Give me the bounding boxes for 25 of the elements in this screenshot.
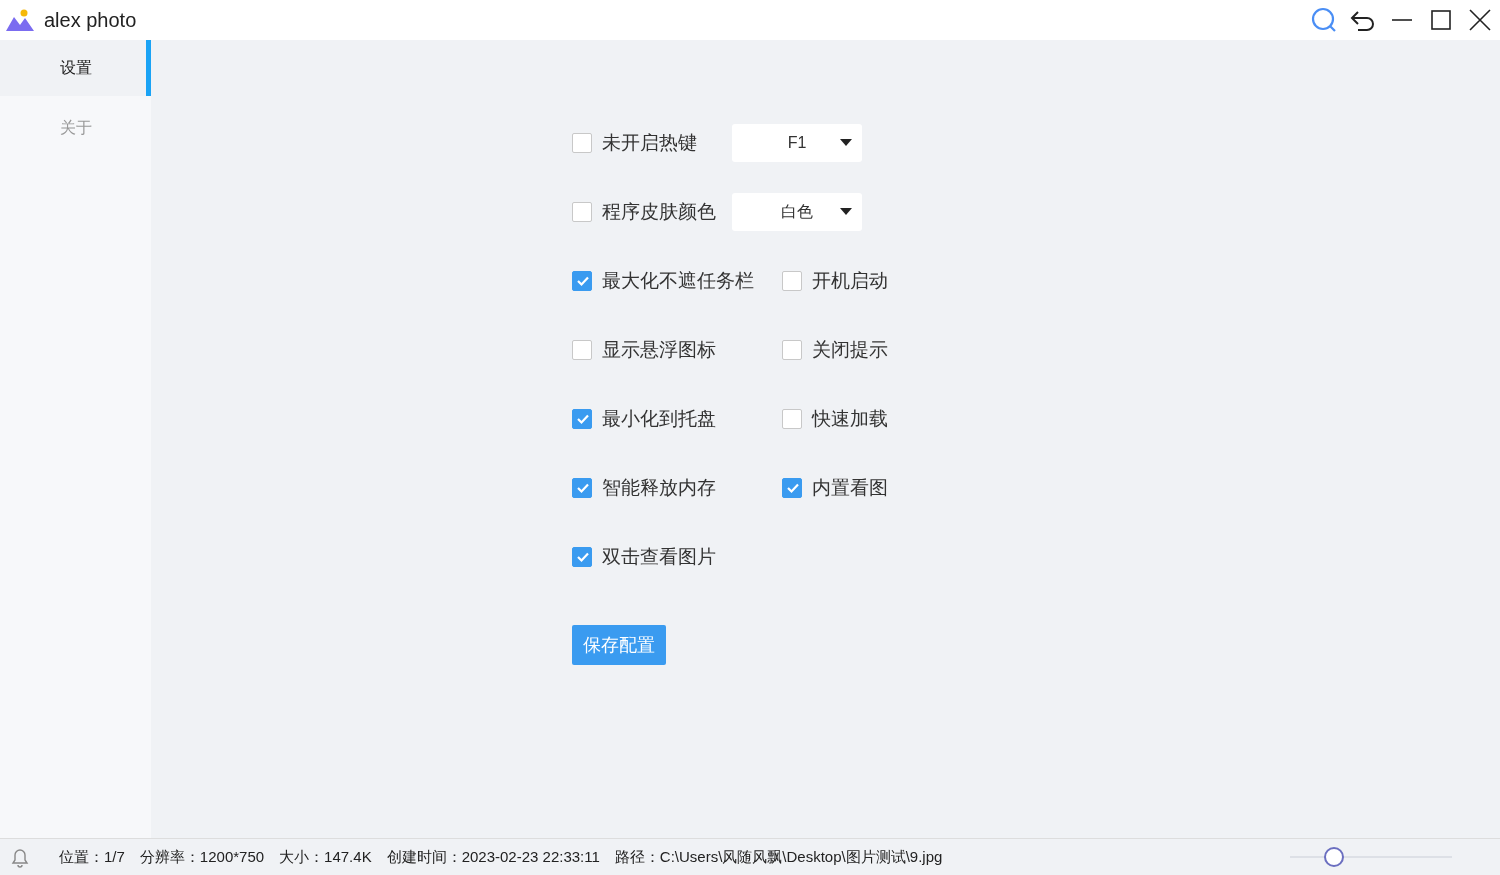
status-field: 分辨率：1200*750 <box>139 847 265 867</box>
status-field: 大小：147.4K <box>279 847 372 867</box>
caret-icon <box>840 139 852 147</box>
checkbox-option[interactable]: 双击查看图片 <box>572 544 782 570</box>
checkbox-option[interactable]: 最小化到托盘 <box>572 406 782 432</box>
search-icon[interactable] <box>1310 6 1338 34</box>
checkbox-option[interactable]: 程序皮肤颜色 <box>572 199 732 225</box>
checkbox-option[interactable]: 未开启热键 <box>572 130 732 156</box>
status-field: 创建时间：2023-02-23 22:33:11 <box>386 847 600 867</box>
checkbox-option[interactable]: 快速加载 <box>782 406 1500 432</box>
window-title: alex photo <box>44 8 137 32</box>
caret-icon <box>840 208 852 216</box>
dropdown[interactable]: F1 <box>732 124 862 162</box>
checkbox-option[interactable]: 关闭提示 <box>782 337 1500 363</box>
status-field: 位置：1/7 <box>59 847 125 867</box>
dropdown[interactable]: 白色 <box>732 193 862 231</box>
checkbox-option[interactable]: 开机启动 <box>782 268 1500 294</box>
checkbox-option[interactable]: 智能释放内存 <box>572 475 782 501</box>
checkbox-option[interactable]: 内置看图 <box>782 475 1500 501</box>
checkbox-option[interactable]: 最大化不遮任务栏 <box>572 268 782 294</box>
slider-thumb[interactable] <box>1324 847 1345 867</box>
status-field: 路径：C:\Users\风随风飘\Desktop\图片测试\9.jpg <box>614 847 943 867</box>
checkbox-option[interactable]: 显示悬浮图标 <box>572 337 782 363</box>
sidebar-item[interactable]: 设置 <box>0 40 151 96</box>
mountain-logo-icon <box>6 9 34 31</box>
